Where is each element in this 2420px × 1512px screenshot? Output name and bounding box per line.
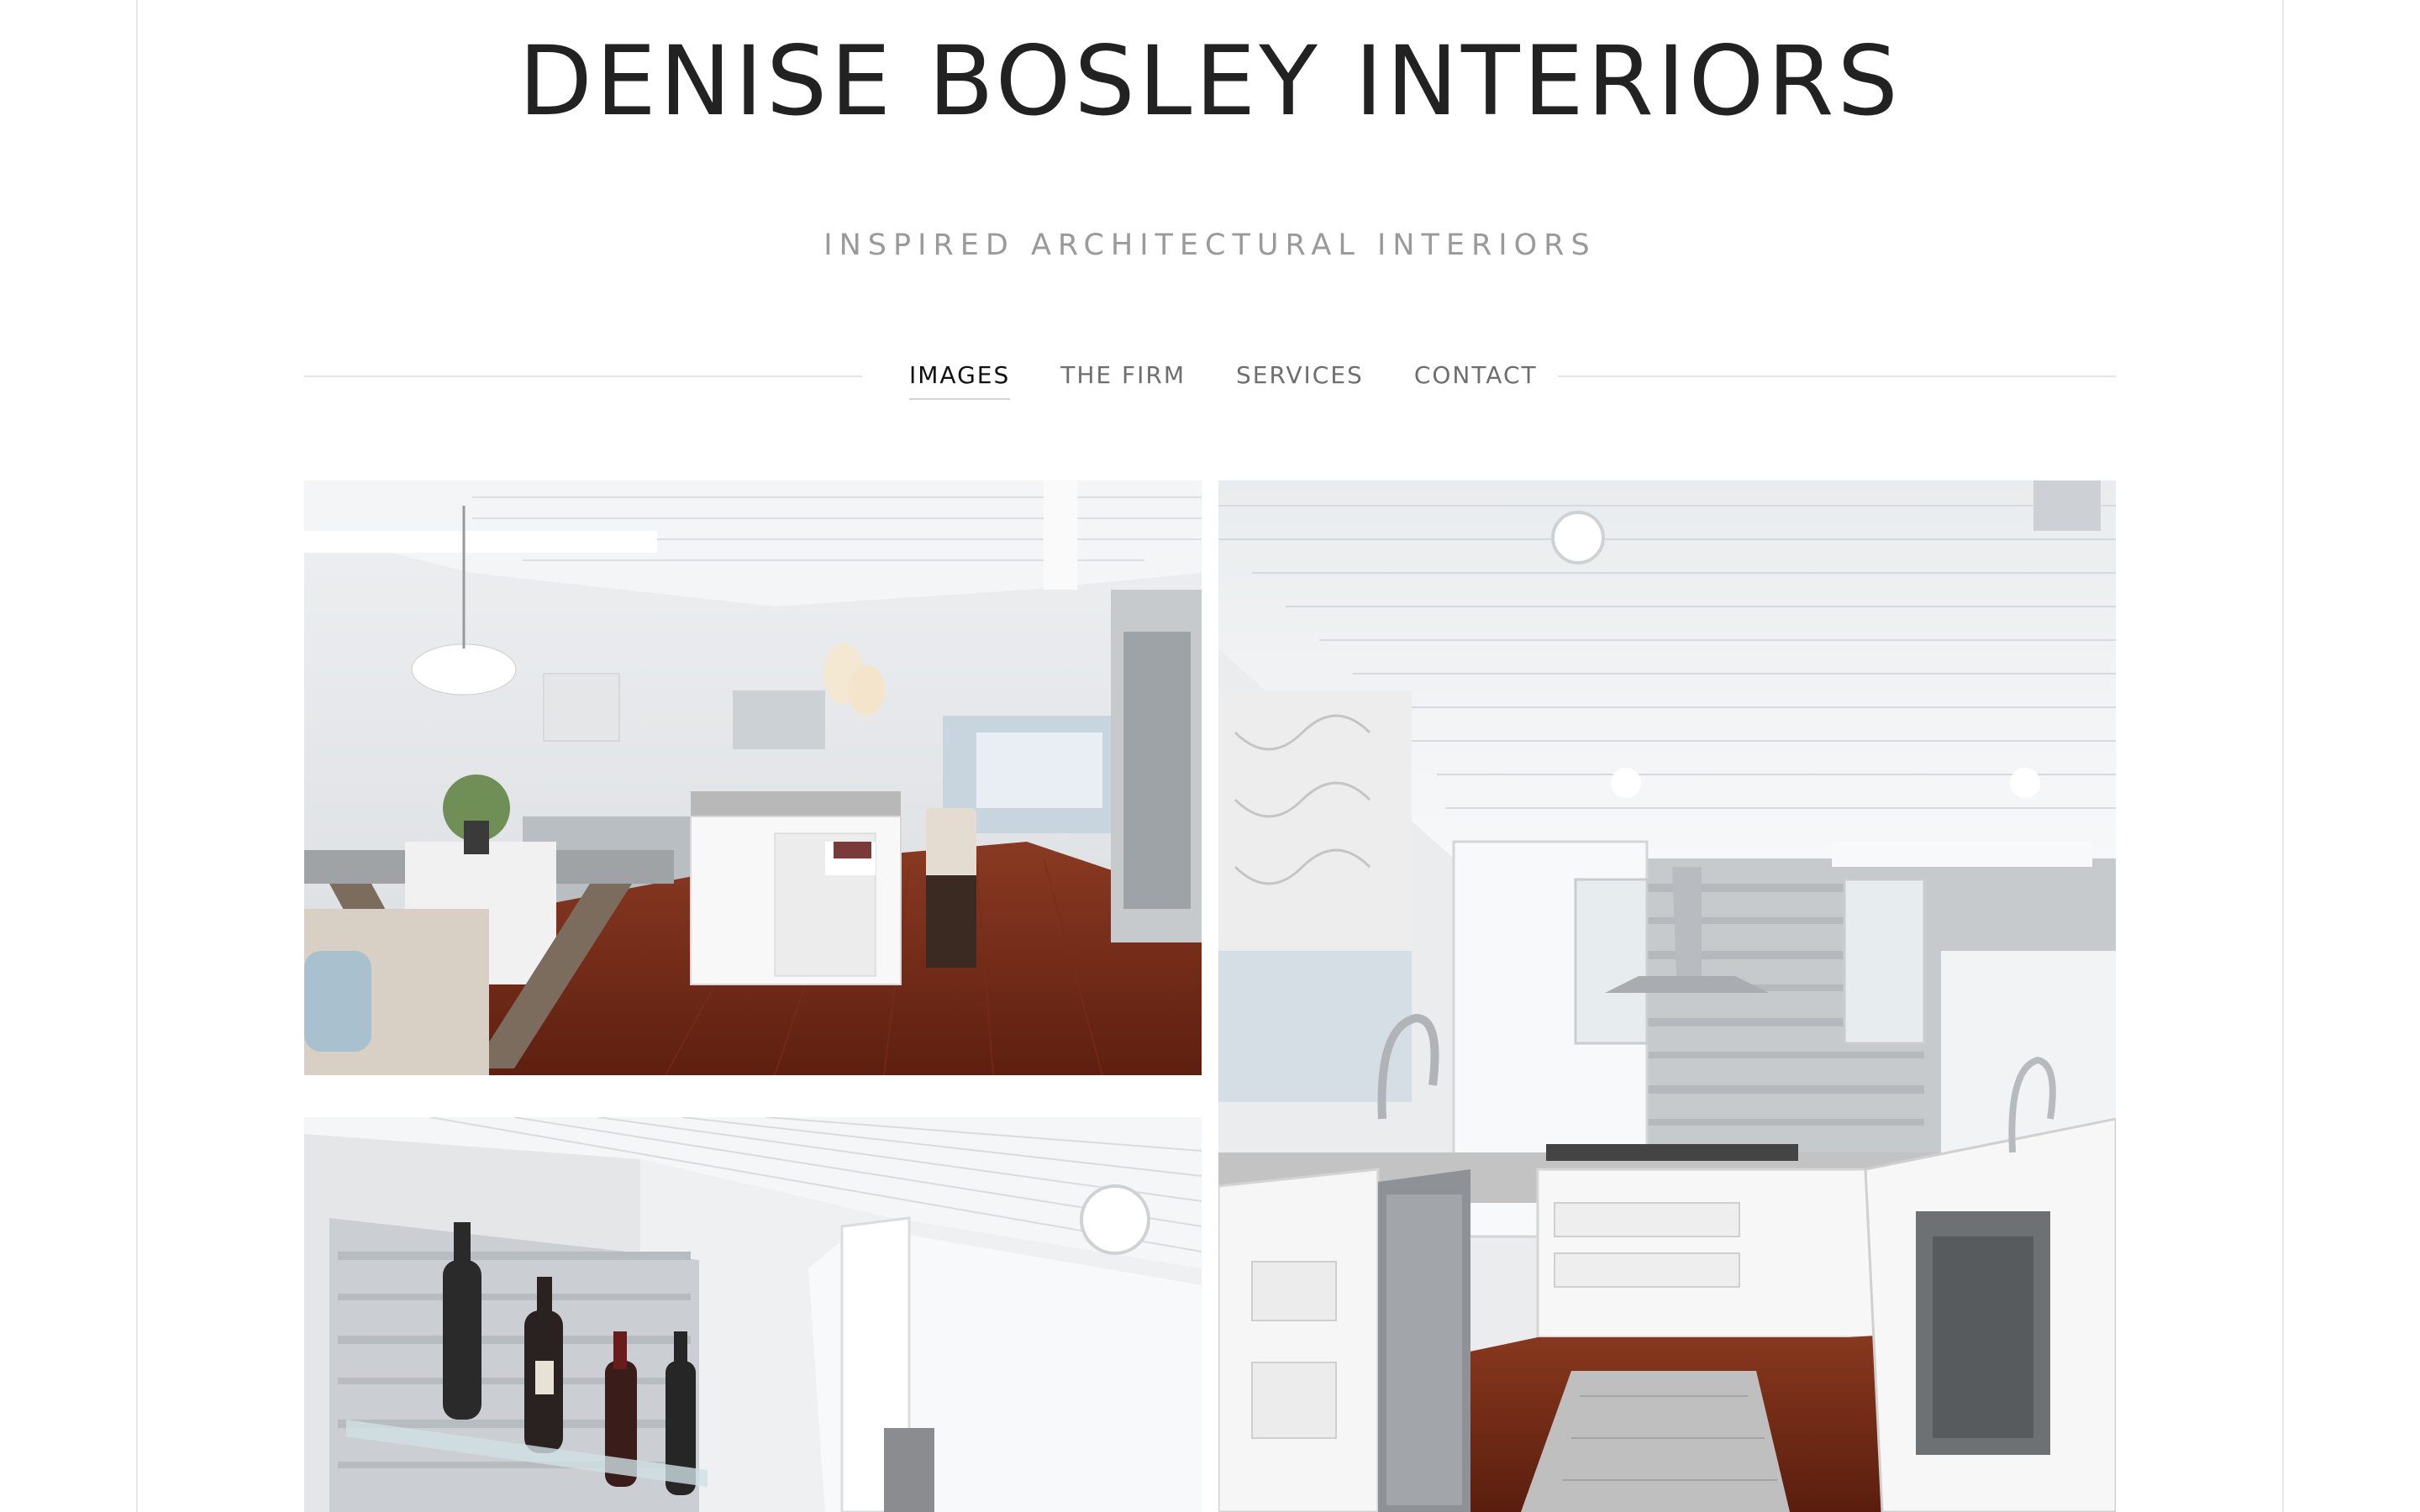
nav-links: IMAGES THE FIRM SERVICES CONTACT — [909, 358, 1538, 400]
nav-item-the-firm[interactable]: THE FIRM — [1060, 358, 1186, 400]
nav-divider-right — [1558, 375, 2116, 377]
site-tagline: INSPIRED ARCHITECTURAL INTERIORS — [823, 228, 1597, 262]
site-title[interactable]: DENISE BOSLEY INTERIORS — [0, 27, 2420, 136]
gallery-image-wine-shelf[interactable] — [304, 1117, 1202, 1512]
gallery-image-kitchen-dining[interactable] — [304, 480, 1202, 1075]
nav-item-images[interactable]: IMAGES — [909, 358, 1011, 400]
nav-item-contact[interactable]: CONTACT — [1414, 358, 1538, 400]
nav-item-services[interactable]: SERVICES — [1236, 358, 1364, 400]
gallery-image-kitchen-range-hood[interactable] — [1218, 480, 2116, 1512]
main-nav: IMAGES THE FIRM SERVICES CONTACT — [304, 358, 2116, 400]
nav-divider-left — [304, 375, 862, 377]
